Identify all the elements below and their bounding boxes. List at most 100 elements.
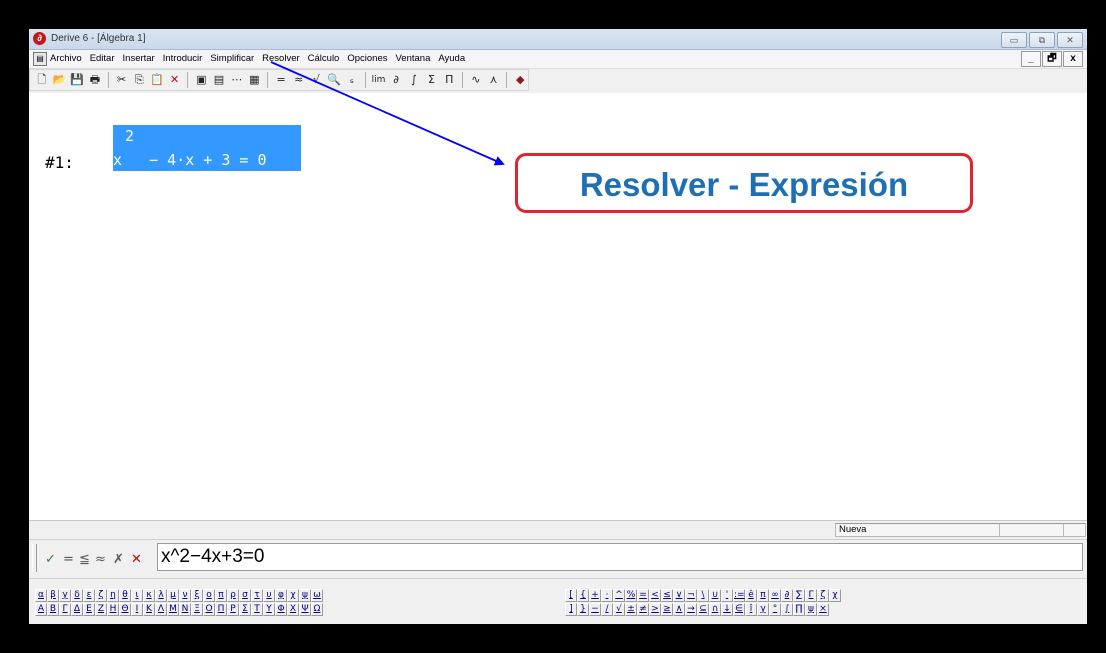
greek-symbol-button[interactable]: Α <box>35 603 47 616</box>
menu-calculo[interactable]: Cálculo <box>308 53 340 64</box>
math-symbol-button[interactable]: = <box>637 589 649 602</box>
math-symbol-button[interactable]: % <box>625 589 637 602</box>
document-icon[interactable]: ▤ <box>33 52 47 66</box>
greek-symbol-button[interactable]: Φ <box>275 603 287 616</box>
math-symbol-button[interactable]: ψ <box>805 603 817 616</box>
math-symbol-button[interactable]: := <box>733 589 745 602</box>
menu-opciones[interactable]: Opciones <box>347 53 387 64</box>
greek-symbol-button[interactable]: Ε <box>83 603 95 616</box>
menu-archivo[interactable]: Archivo <box>50 53 82 64</box>
math-symbol-button[interactable]: < <box>649 589 661 602</box>
enter-button[interactable]: ✓ <box>45 552 56 567</box>
math-symbol-button[interactable]: ê <box>745 589 757 602</box>
expression-input[interactable]: x^2−4x+3=0 <box>157 543 1083 571</box>
open-file-icon[interactable]: 📂 <box>52 72 68 88</box>
greek-symbol-button[interactable]: α <box>35 589 47 602</box>
math-symbol-button[interactable]: ↓ <box>721 603 733 616</box>
menu-editar[interactable]: Editar <box>90 53 115 64</box>
math-symbol-button[interactable]: Γ <box>805 589 817 602</box>
greek-symbol-button[interactable]: ψ <box>299 589 311 602</box>
greek-symbol-button[interactable]: φ <box>275 589 287 602</box>
greek-symbol-button[interactable]: Ν <box>179 603 191 616</box>
greek-symbol-button[interactable]: μ <box>167 589 179 602</box>
greek-symbol-button[interactable]: Ι <box>131 603 143 616</box>
sum-subscript-icon[interactable]: ₛ <box>344 72 360 88</box>
enter-approximate-button[interactable]: ✗ <box>113 552 124 567</box>
greek-symbol-button[interactable]: γ <box>59 589 71 602</box>
math-symbol-button[interactable]: ∪ <box>709 589 721 602</box>
math-symbol-button[interactable]: ∫ <box>781 603 793 616</box>
greek-symbol-button[interactable]: Π <box>215 603 227 616</box>
greek-symbol-button[interactable]: Χ <box>287 603 299 616</box>
greek-symbol-button[interactable]: σ <box>239 589 251 602</box>
minimize-button[interactable]: ▭ <box>1001 32 1027 48</box>
math-symbol-button[interactable]: ∂ <box>781 589 793 602</box>
save-icon[interactable]: 💾 <box>69 72 85 88</box>
greek-symbol-button[interactable]: Κ <box>143 603 155 616</box>
math-symbol-button[interactable]: \ <box>697 589 709 602</box>
insert-object-icon[interactable]: ▤ <box>211 72 227 88</box>
greek-symbol-button[interactable]: ρ <box>227 589 239 602</box>
math-symbol-button[interactable]: ' <box>721 589 733 602</box>
algebra-workspace[interactable]: #1: 2 x − 4·x + 3 = 0 Resolver - Expresi… <box>29 93 1087 520</box>
approximate-entry-button[interactable]: ≈ <box>95 552 106 567</box>
greek-symbol-button[interactable]: π <box>215 589 227 602</box>
matrix-icon[interactable]: ▦ <box>247 72 263 88</box>
math-symbol-button[interactable]: ° <box>769 603 781 616</box>
math-symbol-button[interactable]: ∨ <box>673 589 685 602</box>
menu-simplificar[interactable]: Simplificar <box>210 53 254 64</box>
limit-icon[interactable]: lim <box>371 72 387 88</box>
derivative-icon[interactable]: ∂ <box>388 72 404 88</box>
math-symbol-button[interactable]: ± <box>625 603 637 616</box>
greek-symbol-button[interactable]: Λ <box>155 603 167 616</box>
greek-symbol-button[interactable]: ε <box>83 589 95 602</box>
greek-symbol-button[interactable]: η <box>107 589 119 602</box>
delete-icon[interactable]: ✕ <box>167 72 183 88</box>
greek-symbol-button[interactable]: δ <box>71 589 83 602</box>
math-symbol-button[interactable]: ∈ <box>733 603 745 616</box>
greek-symbol-button[interactable]: χ <box>287 589 299 602</box>
plot-2d-icon[interactable]: ∿ <box>468 72 484 88</box>
simplify-icon[interactable]: = <box>273 72 289 88</box>
math-symbol-button[interactable]: √ <box>613 603 625 616</box>
math-symbol-button[interactable]: ¬ <box>685 589 697 602</box>
math-symbol-button[interactable]: γ <box>757 603 769 616</box>
math-symbol-button[interactable]: ∞ <box>769 589 781 602</box>
math-symbol-button[interactable]: ∏ <box>793 603 805 616</box>
greek-symbol-button[interactable]: Ξ <box>191 603 203 616</box>
cancel-entry-button[interactable]: ✕ <box>131 552 142 567</box>
restore-button[interactable]: ⧉ <box>1029 32 1055 48</box>
greek-symbol-button[interactable]: θ <box>119 589 131 602</box>
copy-icon[interactable]: ⎘ <box>131 72 147 88</box>
math-symbol-button[interactable]: ⊆ <box>697 603 709 616</box>
math-symbol-button[interactable]: ≤ <box>661 589 673 602</box>
greek-symbol-button[interactable]: ξ <box>191 589 203 602</box>
greek-symbol-button[interactable]: β <box>47 589 59 602</box>
sum-icon[interactable]: Σ <box>424 72 440 88</box>
menu-ayuda[interactable]: Ayuda <box>438 53 465 64</box>
math-symbol-button[interactable]: + <box>589 589 601 602</box>
math-symbol-button[interactable]: · <box>601 589 613 602</box>
math-symbol-button[interactable]: π <box>757 589 769 602</box>
math-symbol-button[interactable]: ∑ <box>793 589 805 602</box>
math-symbol-button[interactable]: { <box>577 589 589 602</box>
integral-icon[interactable]: ∫ <box>406 72 422 88</box>
greek-symbol-button[interactable]: κ <box>143 589 155 602</box>
menu-ventana[interactable]: Ventana <box>395 53 430 64</box>
greek-symbol-button[interactable]: Τ <box>251 603 263 616</box>
close-button[interactable]: ✕ <box>1057 32 1083 48</box>
greek-symbol-button[interactable]: λ <box>155 589 167 602</box>
greek-symbol-button[interactable]: Ω <box>311 603 323 616</box>
approximate-icon[interactable]: ≈ <box>291 72 307 88</box>
greek-symbol-button[interactable]: Β <box>47 603 59 616</box>
math-symbol-button[interactable]: ^ <box>613 589 625 602</box>
math-symbol-button[interactable]: ∩ <box>709 603 721 616</box>
doc-restore-button[interactable]: 🗗 <box>1042 51 1062 67</box>
print-icon[interactable]: 🖶 <box>87 72 103 88</box>
simplify-entry-button[interactable]: = <box>63 552 74 567</box>
math-symbol-button[interactable]: î <box>745 603 757 616</box>
new-file-icon[interactable]: 🗋 <box>34 72 50 88</box>
greek-symbol-button[interactable]: τ <box>251 589 263 602</box>
greek-symbol-button[interactable]: Ρ <box>227 603 239 616</box>
math-symbol-button[interactable]: ≥ <box>661 603 673 616</box>
